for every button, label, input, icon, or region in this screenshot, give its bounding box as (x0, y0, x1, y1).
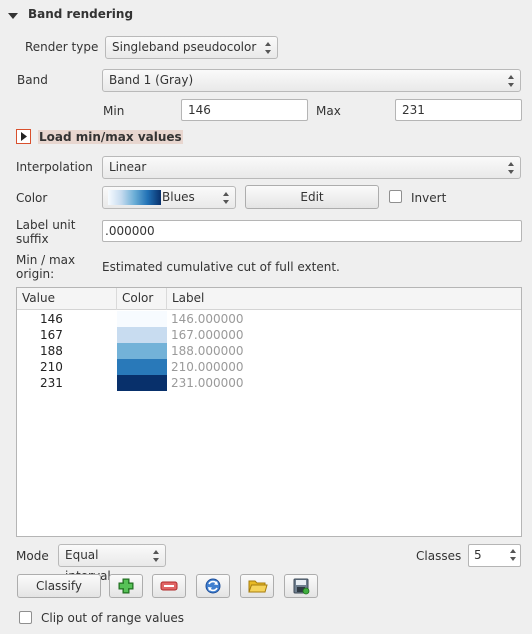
clip-out-of-range-label: Clip out of range values (41, 611, 185, 625)
row-label: 210.000000 (171, 360, 244, 374)
min-label: Min (103, 104, 125, 118)
spin-arrows-icon (508, 74, 514, 88)
table-header: Value Color Label (17, 288, 521, 310)
collapse-arrow-icon[interactable] (7, 10, 19, 20)
remove-icon (160, 581, 178, 591)
label-unit-suffix-label-line1: Label unit (16, 218, 76, 232)
classes-value: 5 (474, 548, 482, 562)
save-file-button[interactable] (284, 574, 318, 598)
row-value: 188 (40, 344, 63, 358)
spin-arrows-icon (265, 41, 271, 55)
row-value: 210 (40, 360, 63, 374)
row-label: 188.000000 (171, 344, 244, 358)
open-file-button[interactable] (240, 574, 274, 598)
load-minmax-label[interactable]: Load min/max values (38, 130, 183, 144)
row-label: 231.000000 (171, 376, 244, 390)
minmax-origin-label-line1: Min / max (16, 253, 76, 267)
invert-label: Invert (411, 191, 447, 205)
color-label: Color (16, 191, 48, 205)
band-value: Band 1 (Gray) (109, 73, 194, 87)
interpolation-label: Interpolation (16, 160, 93, 174)
add-icon (118, 578, 134, 594)
section-title: Band rendering (28, 7, 134, 21)
row-label: 146.000000 (171, 312, 244, 326)
edit-button[interactable]: Edit (245, 185, 379, 209)
row-value: 167 (40, 328, 63, 342)
classes-spinbox[interactable]: 5 (468, 544, 521, 567)
minmax-origin-label-line2: origin: (16, 267, 55, 281)
max-label: Max (316, 104, 341, 118)
color-ramp-select[interactable]: Blues (102, 186, 236, 209)
max-input[interactable]: 231 (395, 99, 522, 121)
spin-arrows-icon (508, 161, 514, 175)
mode-label: Mode (16, 549, 49, 563)
classification-table[interactable]: Value Color Label 146 146.000000 167 167… (16, 287, 522, 537)
render-type-value: Singleband pseudocolor (112, 40, 257, 54)
row-color-swatch[interactable] (117, 311, 167, 327)
label-unit-suffix-input[interactable]: .000000 (102, 220, 522, 242)
row-value: 146 (40, 312, 63, 326)
invert-checkbox[interactable] (389, 190, 402, 203)
mode-select[interactable]: Equal interval (58, 544, 166, 583)
header-color[interactable]: Color (117, 288, 167, 310)
render-type-label: Render type (25, 40, 99, 54)
clip-out-of-range-checkbox[interactable] (19, 611, 32, 624)
classes-label: Classes (416, 549, 462, 563)
label-unit-suffix-label-line2: suffix (16, 232, 49, 246)
spin-arrows-icon (223, 191, 229, 205)
row-value: 231 (40, 376, 63, 390)
header-label[interactable]: Label (167, 288, 521, 310)
interpolation-value: Linear (109, 160, 147, 174)
row-label: 167.000000 (171, 328, 244, 342)
row-color-swatch[interactable] (117, 327, 167, 343)
band-label: Band (17, 73, 48, 87)
refresh-icon (205, 578, 221, 594)
color-ramp-preview (108, 190, 161, 205)
refresh-button[interactable] (196, 574, 230, 598)
interpolation-select[interactable]: Linear (102, 156, 521, 179)
row-color-swatch[interactable] (117, 375, 167, 391)
spin-arrows-icon[interactable] (510, 548, 516, 562)
render-type-select[interactable]: Singleband pseudocolor (105, 36, 278, 59)
spin-arrows-icon (153, 549, 159, 563)
expand-arrow-icon[interactable] (16, 129, 31, 144)
add-class-button[interactable] (109, 574, 143, 598)
min-input[interactable]: 146 (181, 99, 308, 121)
header-value[interactable]: Value (17, 288, 117, 310)
classify-button[interactable]: Classify (17, 574, 101, 598)
remove-class-button[interactable] (152, 574, 186, 598)
minmax-origin-value: Estimated cumulative cut of full extent. (102, 260, 340, 274)
open-folder-icon (248, 580, 268, 593)
band-select[interactable]: Band 1 (Gray) (102, 69, 521, 92)
row-color-swatch[interactable] (117, 343, 167, 359)
color-ramp-name: Blues (162, 190, 195, 204)
save-icon (293, 578, 310, 595)
row-color-swatch[interactable] (117, 359, 167, 375)
